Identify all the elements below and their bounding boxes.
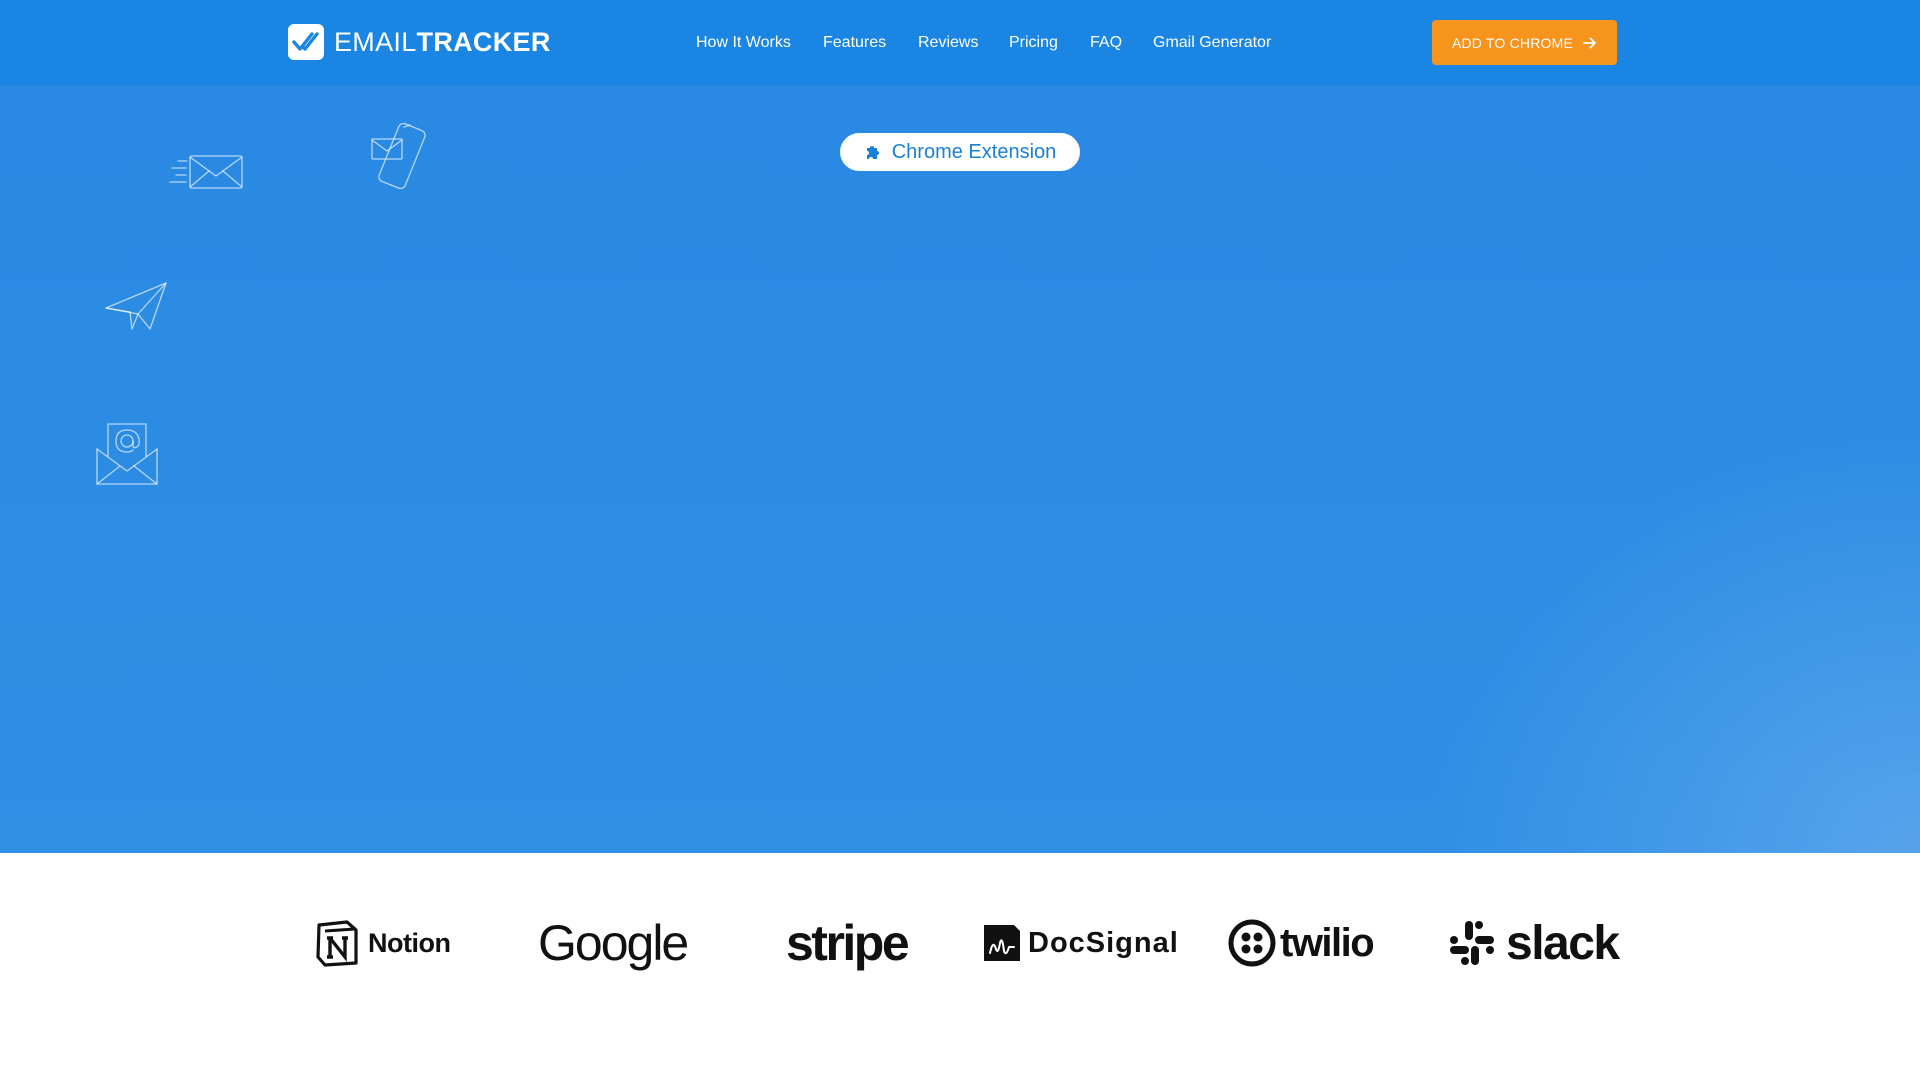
brand-slack: slack bbox=[1448, 913, 1620, 973]
hero-section: Chrome Extension bbox=[0, 85, 1920, 853]
puzzle-icon bbox=[866, 146, 879, 159]
badge-label: Chrome Extension bbox=[891, 140, 1057, 163]
nav-faq[interactable]: FAQ bbox=[1090, 34, 1122, 52]
nav-pricing[interactable]: Pricing bbox=[1009, 34, 1058, 52]
brand-notion: Notion bbox=[313, 913, 451, 973]
slack-logo-icon bbox=[1450, 921, 1494, 965]
docsignal-logo-icon bbox=[984, 925, 1020, 961]
add-to-chrome-button[interactable]: ADD TO CHROME bbox=[1432, 20, 1617, 65]
brand-label: stripe bbox=[786, 915, 910, 971]
client-logos-strip: Notion Google stripe DocSignal twilio sl… bbox=[0, 853, 1920, 1080]
nav-features[interactable]: Features bbox=[823, 34, 886, 52]
brand-google: Google bbox=[538, 913, 689, 973]
brand-twilio: twilio bbox=[1228, 913, 1375, 973]
logo-wordmark: EMAILTRACKER bbox=[334, 27, 551, 57]
paper-plane-icon bbox=[105, 282, 167, 330]
site-logo[interactable]: EMAILTRACKER bbox=[288, 24, 551, 60]
brand-label: twilio bbox=[1280, 920, 1375, 965]
add-to-chrome-label: ADD TO CHROME bbox=[1451, 34, 1574, 51]
nav-reviews[interactable]: Reviews bbox=[918, 34, 978, 52]
brand-label: DocSignal bbox=[1028, 926, 1179, 959]
brand-label: Google bbox=[538, 915, 689, 971]
phone-mail-icon bbox=[371, 122, 426, 190]
top-navbar: EMAILTRACKER How It Works Features Revie… bbox=[0, 0, 1920, 85]
nav-how-it-works[interactable]: How It Works bbox=[696, 34, 791, 52]
arrow-right-icon bbox=[1583, 37, 1596, 48]
twilio-logo-icon bbox=[1228, 919, 1276, 967]
brand-label: Notion bbox=[368, 927, 451, 958]
brand-label: slack bbox=[1506, 916, 1620, 970]
chrome-extension-badge: Chrome Extension bbox=[840, 133, 1080, 171]
brand-docsignal: DocSignal bbox=[984, 913, 1179, 973]
nav-gmail-generator[interactable]: Gmail Generator bbox=[1153, 34, 1271, 52]
fast-mail-icon bbox=[169, 155, 243, 189]
at-envelope-icon bbox=[96, 423, 158, 485]
notion-logo-icon bbox=[316, 920, 358, 967]
double-check-icon bbox=[288, 24, 324, 60]
brand-stripe: stripe bbox=[786, 913, 910, 973]
